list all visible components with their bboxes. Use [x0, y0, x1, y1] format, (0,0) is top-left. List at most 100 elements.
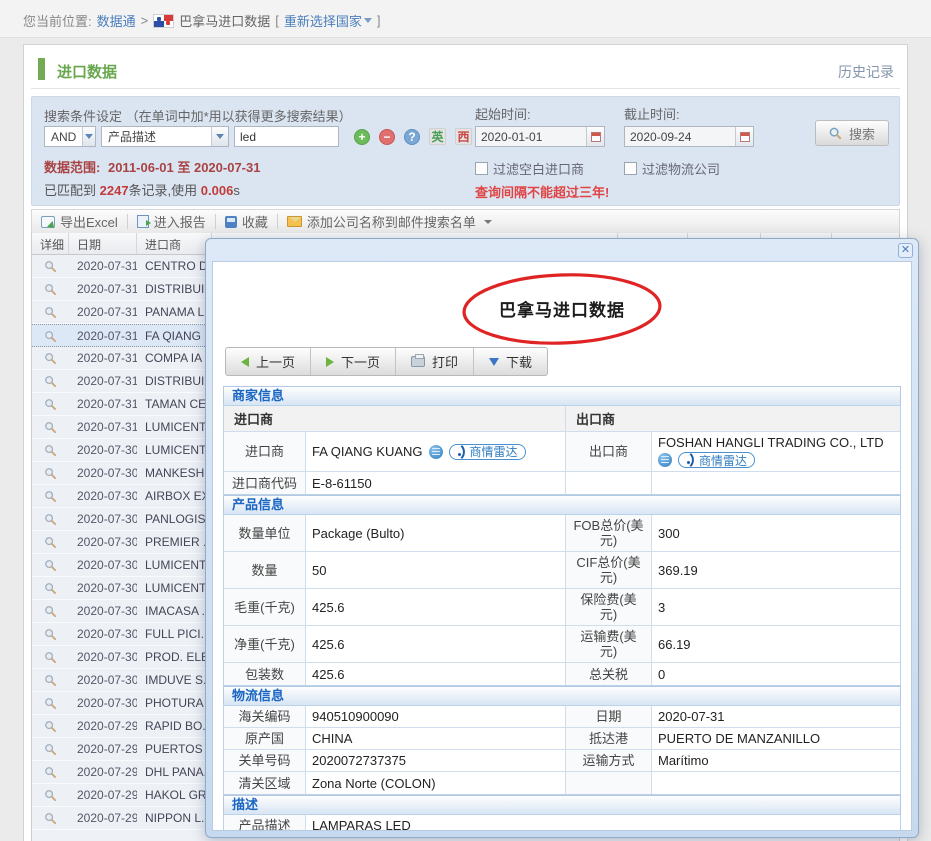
importer-code-label: 进口商代码 [224, 472, 306, 494]
globe-icon[interactable] [429, 445, 443, 459]
magnifier-icon[interactable] [44, 673, 57, 687]
magnifier-icon[interactable] [44, 535, 57, 549]
product-label: 包装数 [224, 663, 306, 685]
add-condition-button[interactable]: + [354, 129, 370, 145]
magnifier-icon[interactable] [44, 374, 57, 388]
magnifier-icon[interactable] [44, 604, 57, 618]
detail-cell [32, 351, 69, 365]
importer-cell: IMACASA ... [137, 604, 212, 618]
magnifier-icon[interactable] [44, 765, 57, 779]
lang-spanish-button[interactable]: 西 [455, 128, 472, 145]
magnifier-icon[interactable] [44, 650, 57, 664]
enter-report-button[interactable]: 进入报告 [128, 212, 215, 231]
close-icon[interactable]: ✕ [898, 243, 913, 258]
printer-icon [411, 356, 425, 367]
date-cell: 2020-07-30 [69, 696, 137, 710]
chevron-down-icon [484, 220, 492, 224]
magnifier-icon[interactable] [44, 719, 57, 733]
end-date-input[interactable]: 2020-09-24 [624, 126, 754, 147]
logistics-row: 清关区域Zona Norte (COLON) [224, 772, 900, 794]
chevron-down-icon[interactable] [211, 127, 228, 146]
breadcrumb-home-link[interactable]: 数据通 [97, 11, 136, 30]
business-radar-badge[interactable]: 商情雷达 [449, 444, 526, 460]
start-date-input[interactable]: 2020-01-01 [475, 126, 605, 147]
magnifier-icon[interactable] [44, 305, 57, 319]
magnifier-icon[interactable] [44, 512, 57, 526]
search-field-select[interactable]: 产品描述 [101, 126, 229, 147]
importer-company-name: FA QIANG KUANG [312, 444, 423, 459]
magnifier-icon[interactable] [44, 466, 57, 480]
history-link[interactable]: 历史记录 [838, 62, 894, 82]
magnifier-icon[interactable] [44, 259, 57, 273]
section-description-title: 描述 [223, 795, 901, 814]
magnifier-icon[interactable] [44, 420, 57, 434]
date-cell: 2020-07-30 [69, 489, 137, 503]
magnifier-icon[interactable] [44, 328, 57, 342]
product-label: FOB总价(美元) [566, 515, 652, 552]
start-date-label: 起始时间: [475, 104, 605, 123]
reselect-country-label: 重新选择国家 [284, 11, 362, 30]
globe-icon[interactable] [658, 453, 672, 467]
next-page-button[interactable]: 下一页 [311, 348, 396, 375]
business-radar-badge[interactable]: 商情雷达 [678, 452, 755, 468]
matched-mid: 条记录,使用 [129, 183, 201, 198]
download-button[interactable]: 下载 [474, 348, 547, 375]
modal-title-wrap: 巴拿马进口数据 [213, 296, 911, 322]
print-button[interactable]: 打印 [396, 348, 474, 375]
filter-logistics-checkbox[interactable] [624, 162, 637, 175]
prev-page-button[interactable]: 上一页 [226, 348, 311, 375]
help-button[interactable]: ? [404, 129, 420, 145]
page: 您当前位置: 数据通 > 巴拿马进口数据 [ 重新选择国家 ] 进口数据 历史记… [0, 0, 931, 841]
importer-code-value: E-8-61150 [306, 472, 566, 494]
reselect-country-link[interactable]: 重新选择国家 [284, 11, 372, 30]
search-button[interactable]: 搜索 [815, 120, 889, 146]
section-logistics-title: 物流信息 [223, 686, 901, 705]
modal-title: 巴拿马进口数据 [499, 301, 625, 320]
calendar-icon[interactable] [735, 127, 753, 146]
importer-cell: PHOTURA ... [137, 696, 212, 710]
filter-blank-importer-label: 过滤空白进口商 [493, 159, 584, 178]
keyword-input[interactable] [234, 126, 339, 147]
detail-cell [32, 397, 69, 411]
filter-blank-importer-checkbox[interactable] [475, 162, 488, 175]
export-excel-button[interactable]: 导出Excel [32, 212, 127, 231]
favorite-button[interactable]: 收藏 [216, 212, 277, 231]
magnifier-icon[interactable] [44, 558, 57, 572]
logistics-value: 2020-07-31 [652, 706, 900, 728]
magnifier-icon[interactable] [44, 811, 57, 825]
data-range-label: 数据范围: [44, 160, 100, 175]
panama-flag-icon [153, 14, 174, 28]
magnifier-icon[interactable] [44, 627, 57, 641]
date-cell: 2020-07-30 [69, 466, 137, 480]
header-detail[interactable]: 详细 [32, 233, 69, 254]
matched-records-line: 已匹配到 2247条记录,使用 0.006s [44, 180, 240, 199]
magnifier-icon[interactable] [44, 443, 57, 457]
header-date[interactable]: 日期 [69, 233, 137, 254]
magnifier-icon[interactable] [44, 581, 57, 595]
search-icon [829, 127, 842, 140]
bool-operator-select[interactable]: AND [44, 126, 96, 147]
section-description-table: 产品描述LAMPARAS LED编码描述 [223, 814, 901, 831]
magnifier-icon[interactable] [44, 742, 57, 756]
product-value: 66.19 [652, 626, 900, 663]
add-mail-list-button[interactable]: 添加公司名称到邮件搜索名单 [278, 212, 501, 231]
arrow-left-icon [241, 357, 249, 367]
magnifier-icon[interactable] [44, 282, 57, 296]
chevron-down-icon[interactable] [82, 127, 95, 146]
next-page-label: 下一页 [341, 352, 380, 371]
logistics-value: CHINA [306, 728, 566, 750]
product-row: 净重(千克)425.6运输费(美元)66.19 [224, 626, 900, 663]
magnifier-icon[interactable] [44, 351, 57, 365]
date-cell: 2020-07-30 [69, 535, 137, 549]
magnifier-icon[interactable] [44, 696, 57, 710]
remove-condition-button[interactable]: − [379, 129, 395, 145]
importer-cell: NIPPON L... [137, 811, 212, 825]
magnifier-icon[interactable] [44, 489, 57, 503]
importer-cell: DHL PANA... [137, 765, 212, 779]
importer-cell: COMPA IA ... [137, 351, 212, 365]
header-importer[interactable]: 进口商 [137, 233, 212, 254]
calendar-icon[interactable] [586, 127, 604, 146]
magnifier-icon[interactable] [44, 788, 57, 802]
magnifier-icon[interactable] [44, 397, 57, 411]
lang-english-button[interactable]: 英 [429, 128, 446, 145]
